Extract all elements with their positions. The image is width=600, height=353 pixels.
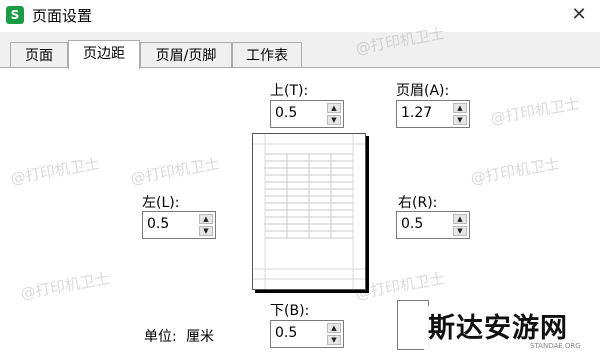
header-margin-stepper[interactable]: 1.27 ▲ ▼ bbox=[396, 100, 470, 128]
decrement-arrow-icon[interactable]: ▼ bbox=[327, 335, 341, 345]
bottom-margin-value[interactable]: 0.5 bbox=[275, 325, 297, 341]
unit-value: 厘米 bbox=[186, 329, 214, 345]
unit-label: 单位: bbox=[144, 329, 177, 345]
decrement-arrow-icon[interactable]: ▼ bbox=[199, 226, 213, 236]
page-preview bbox=[252, 133, 366, 290]
right-margin-value[interactable]: 0.5 bbox=[401, 216, 423, 232]
right-margin-stepper[interactable]: 0.5 ▲ ▼ bbox=[396, 211, 470, 239]
increment-arrow-icon[interactable]: ▲ bbox=[327, 103, 341, 113]
increment-arrow-icon[interactable]: ▲ bbox=[199, 214, 213, 224]
left-margin-stepper[interactable]: 0.5 ▲ ▼ bbox=[142, 211, 216, 239]
tab-sheet[interactable]: 工作表 bbox=[232, 42, 302, 68]
increment-arrow-icon[interactable]: ▲ bbox=[453, 103, 467, 113]
left-margin-value[interactable]: 0.5 bbox=[147, 216, 169, 232]
top-margin-stepper[interactable]: 0.5 ▲ ▼ bbox=[270, 100, 344, 128]
left-margin-label: 左(L): bbox=[142, 195, 180, 211]
bottom-margin-stepper[interactable]: 0.5 ▲ ▼ bbox=[270, 320, 344, 348]
brand-name: 斯达安游网 bbox=[428, 313, 568, 344]
increment-arrow-icon[interactable]: ▲ bbox=[327, 323, 341, 333]
bottom-margin-label: 下(B): bbox=[270, 303, 310, 319]
close-button[interactable]: ✕ bbox=[568, 4, 590, 26]
header-margin-value[interactable]: 1.27 bbox=[401, 105, 432, 121]
header-margin-label: 页眉(A): bbox=[396, 83, 450, 99]
top-margin-value[interactable]: 0.5 bbox=[275, 105, 297, 121]
brand-url: STANDAE.ORG bbox=[530, 342, 581, 350]
page-preview-grid bbox=[253, 134, 365, 289]
brand-watermark: 斯达安游网 STANDAE.ORG bbox=[424, 306, 600, 352]
title-bar: S 页面设置 ✕ bbox=[0, 0, 600, 32]
decrement-arrow-icon[interactable]: ▼ bbox=[453, 115, 467, 125]
top-margin-label: 上(T): bbox=[270, 83, 309, 99]
tab-header-footer[interactable]: 页眉/页脚 bbox=[140, 42, 232, 68]
window-title: 页面设置 bbox=[32, 7, 93, 25]
app-logo-icon: S bbox=[6, 6, 24, 24]
right-margin-label: 右(R): bbox=[398, 195, 438, 211]
tab-page[interactable]: 页面 bbox=[10, 42, 68, 68]
tab-margins[interactable]: 页边距 bbox=[68, 40, 140, 69]
decrement-arrow-icon[interactable]: ▼ bbox=[327, 115, 341, 125]
increment-arrow-icon[interactable]: ▲ bbox=[453, 214, 467, 224]
tab-strip: 页面 页边距 页眉/页脚 工作表 bbox=[0, 40, 600, 69]
decrement-arrow-icon[interactable]: ▼ bbox=[453, 226, 467, 236]
